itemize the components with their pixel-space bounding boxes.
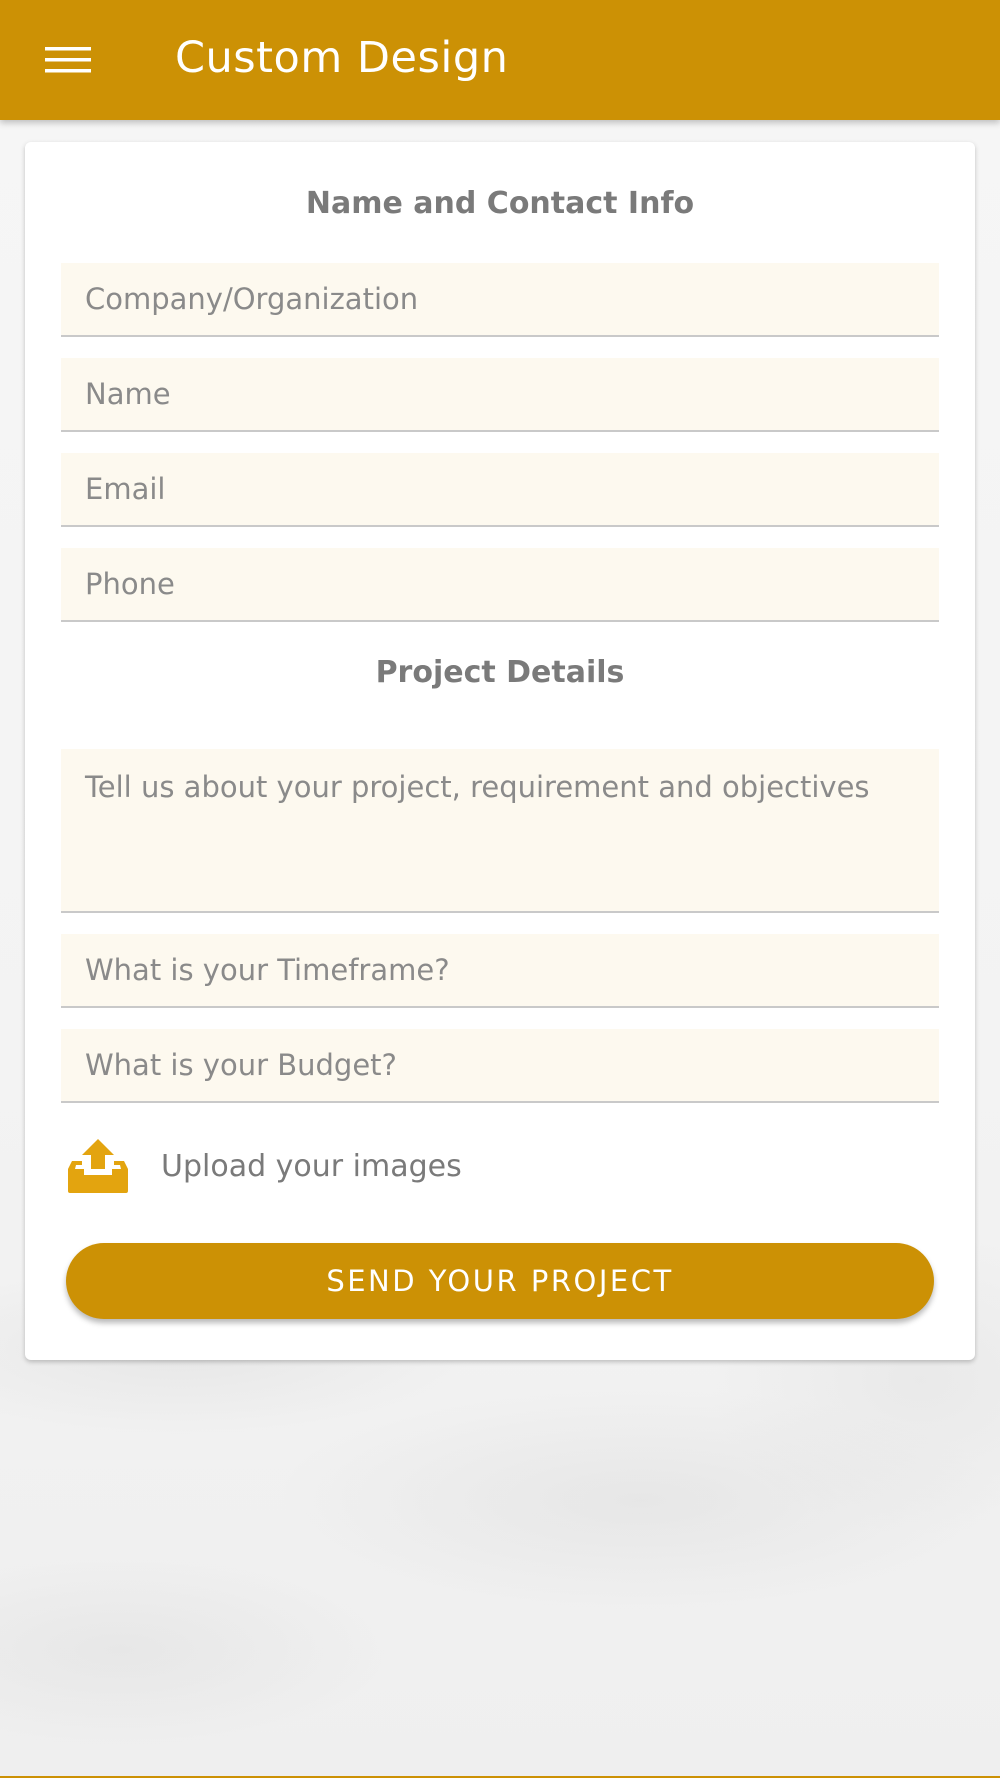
project-description-field[interactable] bbox=[61, 749, 939, 913]
upload-tray-icon bbox=[67, 1138, 129, 1194]
phone-field[interactable] bbox=[61, 548, 939, 622]
project-section-title: Project Details bbox=[375, 655, 625, 690]
company-field[interactable] bbox=[61, 263, 939, 337]
budget-field[interactable] bbox=[61, 1029, 939, 1103]
contact-section-title: Name and Contact Info bbox=[305, 186, 695, 221]
upload-label: Upload your images bbox=[161, 1148, 462, 1184]
hamburger-menu-icon bbox=[45, 45, 91, 75]
app-bar: Custom Design bbox=[0, 0, 1000, 120]
upload-images-button[interactable]: Upload your images bbox=[61, 1118, 561, 1214]
send-project-button[interactable]: SEND YOUR PROJECT bbox=[66, 1243, 934, 1319]
project-form-card: Name and Contact Info Project Details Up… bbox=[25, 142, 975, 1360]
timeframe-field[interactable] bbox=[61, 934, 939, 1008]
menu-button[interactable] bbox=[28, 22, 108, 98]
email-field[interactable] bbox=[61, 453, 939, 527]
name-field[interactable] bbox=[61, 358, 939, 432]
page-title: Custom Design bbox=[175, 33, 509, 83]
